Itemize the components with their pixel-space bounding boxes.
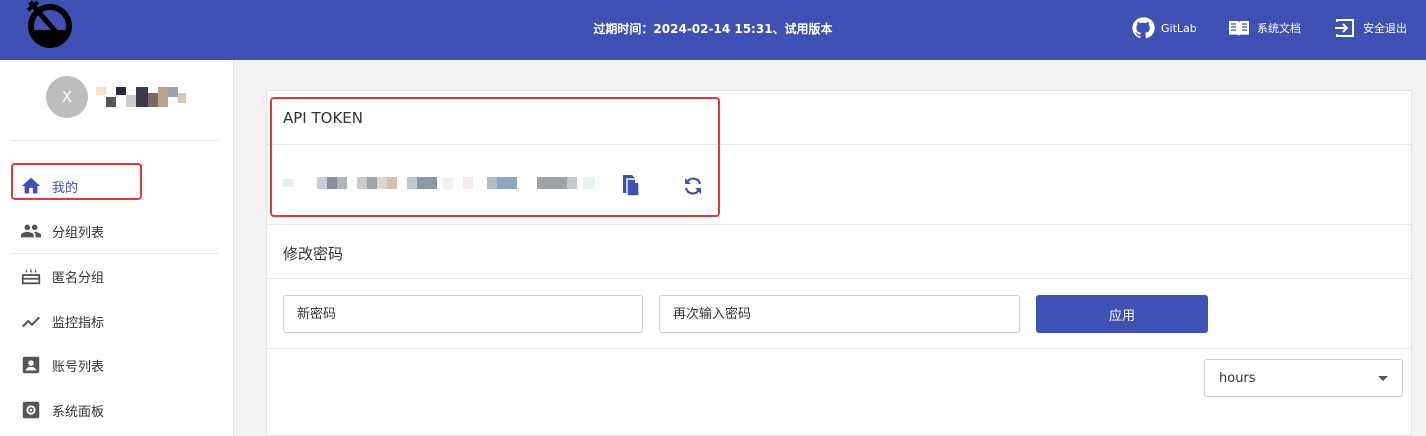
main-panel: API TOKEN 修改密码 应用 hours	[266, 90, 1412, 436]
change-password-title: 修改密码	[283, 245, 344, 263]
sidebar-divider	[10, 253, 218, 254]
logout-label: 安全退出	[1363, 22, 1407, 35]
book-icon	[1229, 21, 1249, 36]
github-icon	[1132, 17, 1155, 39]
sidebar-divider	[10, 140, 218, 141]
group-icon	[20, 224, 42, 238]
cake-icon	[21, 267, 41, 285]
settings-icon	[22, 401, 40, 419]
home-icon	[21, 177, 41, 194]
new-password-input[interactable]	[283, 295, 643, 333]
sidebar-item-accounts[interactable]: 账号列表	[20, 354, 104, 376]
exit-icon	[1335, 19, 1354, 37]
sidebar-item-metrics[interactable]: 监控指标	[20, 310, 104, 332]
sidebar-item-label: 监控指标	[52, 315, 105, 331]
sidebar-item-label: 我的	[52, 180, 79, 196]
sidebar-item-system-panel[interactable]: 系统面板	[20, 399, 104, 421]
section-divider	[267, 278, 1411, 279]
avatar[interactable]: X	[46, 76, 88, 118]
logout-link[interactable]: 安全退出	[1333, 16, 1407, 40]
expire-info: 过期时间：2024-02-14 15:31、试用版本	[593, 22, 833, 36]
sidebar-item-label: 账号列表	[52, 359, 105, 375]
time-unit-select[interactable]: hours	[1204, 359, 1403, 397]
account-box-icon	[22, 356, 40, 374]
repeat-password-input[interactable]	[659, 295, 1020, 333]
sidebar-item-groups[interactable]: 分组列表	[20, 220, 104, 242]
section-divider	[267, 224, 1411, 225]
docs-label: 系统文档	[1257, 22, 1301, 35]
sidebar-item-label: 匿名分组	[52, 270, 105, 286]
section-divider	[267, 348, 1411, 349]
sidebar-item-anonymous-groups[interactable]: 匿名分组	[20, 265, 104, 287]
highlight-box-api-token	[270, 97, 720, 217]
docs-link[interactable]: 系统文档	[1227, 16, 1301, 40]
sidebar: X 我的 分组列表 匿名分组 监控指标 账号列表 系统面板	[0, 60, 234, 436]
top-bar: 过期时间：2024-02-14 15:31、试用版本 GitLab 系统文档 安…	[0, 0, 1426, 60]
sidebar-item-label: 分组列表	[52, 225, 105, 241]
gitlab-link[interactable]: GitLab	[1131, 16, 1197, 40]
username-redacted	[96, 87, 186, 107]
sidebar-item-label: 系统面板	[52, 404, 105, 420]
trending-icon	[22, 316, 40, 328]
time-unit-value: hours	[1219, 370, 1256, 386]
gitlab-label: GitLab	[1161, 21, 1197, 35]
caret-down-icon	[1378, 375, 1388, 381]
apply-button[interactable]: 应用	[1036, 295, 1208, 333]
sidebar-item-home[interactable]: 我的	[20, 175, 78, 197]
